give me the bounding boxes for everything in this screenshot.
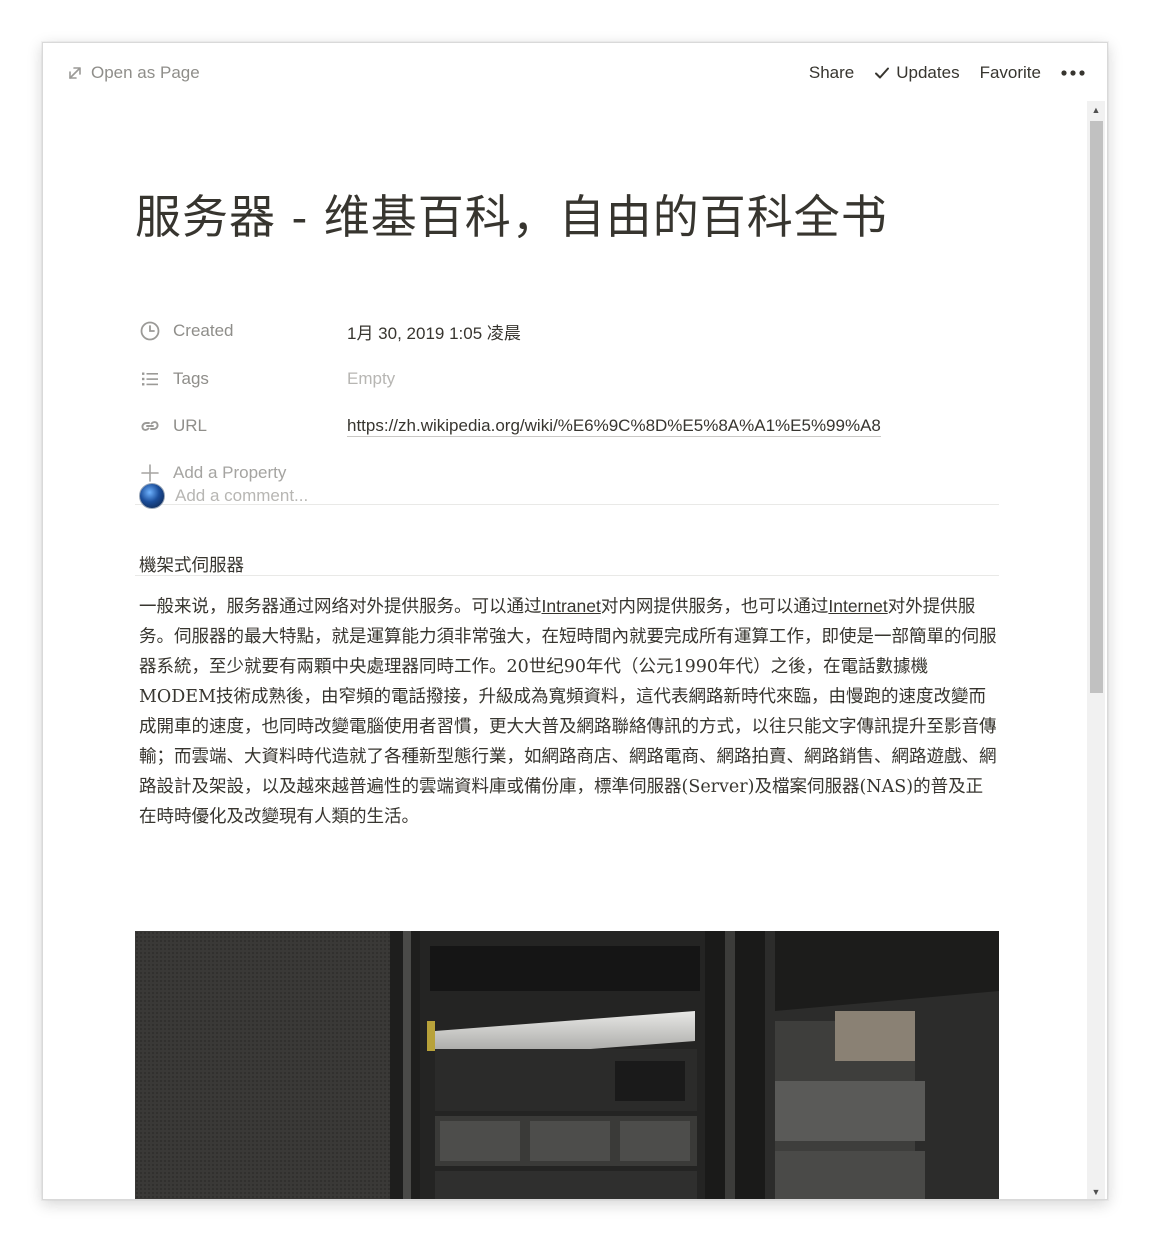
open-as-page-label: Open as Page bbox=[91, 63, 200, 82]
open-as-page-button[interactable]: Open as Page bbox=[67, 61, 200, 85]
property-row-created[interactable]: Created 1月 30, 2019 1:05 凌晨 bbox=[135, 315, 999, 347]
scroll-thumb[interactable] bbox=[1090, 121, 1103, 693]
property-value-empty[interactable]: Empty bbox=[347, 369, 395, 389]
checkmark-icon bbox=[875, 67, 890, 79]
scroll-down-arrow-icon[interactable]: ▼ bbox=[1087, 1183, 1105, 1199]
internet-link[interactable]: Internet bbox=[828, 596, 887, 616]
ellipsis-icon bbox=[1061, 70, 1085, 76]
property-value: 1月 30, 2019 1:05 凌晨 bbox=[347, 323, 521, 343]
list-icon bbox=[142, 372, 158, 386]
url-link[interactable]: https://zh.wikipedia.org/wiki/%E6%9C%8D%… bbox=[347, 416, 881, 437]
comment-placeholder: Add a comment... bbox=[175, 486, 309, 505]
paragraph: 一般来说，服务器通过网络对外提供服务。可以通过Intranet对内网提供服务，也… bbox=[139, 591, 999, 832]
server-rack-image bbox=[135, 931, 999, 1199]
page-title[interactable]: 服务器 - 维基百科，自由的百科全书 bbox=[135, 181, 888, 247]
add-property-label: Add a Property bbox=[173, 463, 287, 482]
property-row-tags[interactable]: Tags Empty bbox=[135, 363, 999, 395]
favorite-label: Favorite bbox=[979, 63, 1041, 82]
property-key-label: URL bbox=[173, 416, 208, 435]
updates-label: Updates bbox=[896, 63, 960, 82]
vertical-scrollbar[interactable]: ▲ ▼ bbox=[1087, 101, 1105, 1199]
property-key[interactable]: URL bbox=[135, 415, 347, 437]
link-icon bbox=[141, 421, 159, 431]
top-bar: Open as Page Share Updates Favorite bbox=[43, 43, 1107, 103]
property-row-url[interactable]: URL https://zh.wikipedia.org/wiki/%E6%9C… bbox=[135, 410, 999, 442]
clock-icon bbox=[140, 321, 160, 341]
paragraph-text: 一般来说，服务器通过网络对外提供服务。可以通过 bbox=[139, 597, 542, 617]
server-rack-photo bbox=[135, 931, 999, 1199]
top-actions: Share Updates Favorite bbox=[809, 61, 1085, 85]
image-caption: 機架式伺服器 bbox=[139, 556, 244, 576]
intranet-link[interactable]: Intranet bbox=[542, 596, 601, 616]
property-key[interactable]: Created bbox=[135, 320, 347, 342]
property-key-label: Tags bbox=[173, 369, 209, 388]
updates-button[interactable]: Updates bbox=[874, 63, 960, 83]
property-key[interactable]: Tags bbox=[135, 368, 347, 390]
paragraph-text: 对外提供服务。伺服器的最大特點，就是運算能力須非常強大，在短時間內就要完成所有運… bbox=[139, 597, 997, 827]
scroll-up-arrow-icon[interactable]: ▲ bbox=[1087, 101, 1105, 119]
paragraph-text: 对内网提供服务，也可以通过 bbox=[600, 597, 829, 617]
share-button[interactable]: Share bbox=[809, 63, 854, 83]
avatar bbox=[139, 483, 165, 509]
page-peek-window: Open as Page Share Updates Favorite ▲ ▼ … bbox=[42, 42, 1108, 1200]
property-key-label: Created bbox=[173, 321, 234, 340]
share-label: Share bbox=[808, 63, 855, 82]
expand-icon bbox=[69, 67, 81, 79]
more-button[interactable] bbox=[1061, 69, 1085, 77]
comment-input[interactable]: Add a comment... bbox=[139, 481, 308, 511]
favorite-button[interactable]: Favorite bbox=[980, 63, 1041, 83]
page-body: 機架式伺服器 一般来说，服务器通过网络对外提供服务。可以通过Intranet对内… bbox=[139, 551, 999, 832]
